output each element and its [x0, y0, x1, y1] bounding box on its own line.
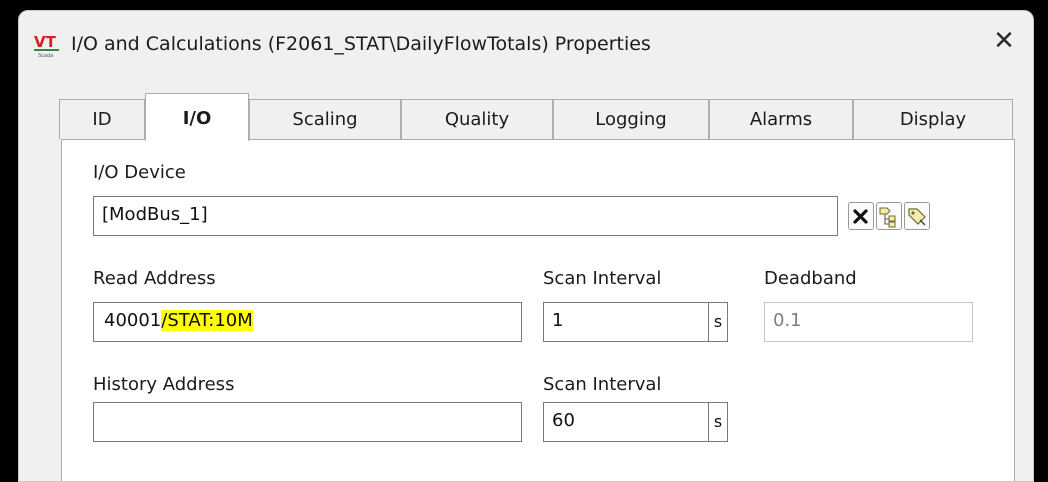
read-address-label: Read Address [93, 268, 216, 289]
close-icon[interactable]: ✕ [989, 26, 1019, 56]
history-scan-interval-label: Scan Interval [543, 374, 662, 395]
tab-quality[interactable]: Quality [401, 99, 553, 139]
tab-io[interactable]: I/O [145, 93, 249, 141]
tag-browse-button[interactable] [904, 202, 930, 230]
tab-scaling[interactable]: Scaling [249, 99, 401, 139]
io-device-label: I/O Device [93, 162, 186, 183]
logo-text: VT [34, 33, 57, 51]
properties-dialog: VT Scada I/O and Calculations (F2061_STA… [18, 10, 1034, 482]
scan-interval-unit: s [708, 303, 727, 341]
history-address-field[interactable] [93, 402, 522, 442]
tab-id[interactable]: ID [59, 99, 145, 139]
read-address-field[interactable]: 40001/STAT:10M [93, 302, 522, 342]
io-tab-panel: I/O Device [ModBus_1] Read Address 40001… [61, 139, 1015, 481]
history-scan-interval-value: 60 [552, 410, 575, 431]
tab-alarms[interactable]: Alarms [709, 99, 853, 139]
deadband-label: Deadband [764, 268, 857, 289]
tab-display[interactable]: Display [853, 99, 1013, 139]
logo-subtext: Scada [38, 53, 53, 59]
history-address-label: History Address [93, 374, 235, 395]
clear-x-icon [853, 209, 868, 224]
tab-logging[interactable]: Logging [553, 99, 709, 139]
tag-tree-button[interactable] [876, 202, 902, 230]
history-scan-interval-unit: s [708, 403, 727, 441]
io-device-field[interactable]: [ModBus_1] [93, 196, 838, 236]
title-bar[interactable]: VT Scada I/O and Calculations (F2061_STA… [19, 11, 1033, 77]
clear-device-button[interactable] [848, 202, 874, 230]
read-address-prefix: 40001 [104, 310, 162, 331]
deadband-field[interactable]: 0.1 [764, 302, 973, 342]
tag-browse-icon [908, 208, 926, 226]
scan-interval-label: Scan Interval [543, 268, 662, 289]
window-title: I/O and Calculations (F2061_STAT\DailyFl… [71, 33, 651, 55]
history-scan-interval-field[interactable]: 60 s [543, 402, 728, 442]
vtscada-logo-icon: VT Scada [34, 33, 59, 59]
read-address-highlighted-text: /STAT:10M [161, 310, 253, 331]
scan-interval-field[interactable]: 1 s [543, 302, 728, 342]
scan-interval-value: 1 [552, 310, 564, 331]
tag-tree-icon [879, 207, 896, 228]
